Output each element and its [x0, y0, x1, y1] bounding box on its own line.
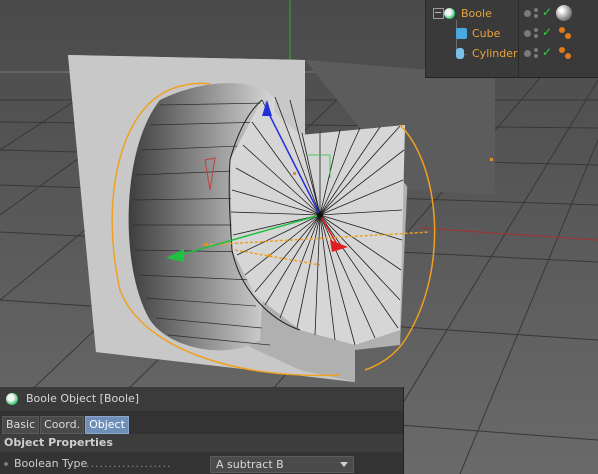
attribute-title: Boole Object [Boole] — [26, 392, 140, 405]
visibility-dot[interactable] — [524, 10, 531, 17]
param-leader-dots: ................... — [86, 457, 172, 470]
visibility-dot[interactable] — [524, 30, 531, 37]
object-row-boole[interactable]: Boole ✓ — [426, 4, 598, 24]
attribute-header: Boole Object [Boole] — [0, 387, 403, 411]
section-header: Object Properties — [0, 434, 403, 452]
object-name: Cylinder — [472, 47, 518, 60]
chevron-down-icon — [340, 462, 348, 467]
enabled-check-icon[interactable]: ✓ — [542, 25, 552, 39]
object-name: Cube — [472, 27, 501, 40]
object-name: Boole — [461, 7, 492, 20]
param-row-boolean-type: Boolean Type ................... A subtr… — [0, 454, 403, 474]
phong-tag-icon[interactable] — [565, 53, 571, 59]
phong-tag-icon[interactable] — [565, 33, 571, 39]
tab-coord[interactable]: Coord. — [40, 416, 85, 434]
enabled-check-icon[interactable]: ✓ — [542, 5, 552, 19]
section-title: Object Properties — [4, 436, 113, 449]
boole-icon — [444, 8, 455, 19]
param-label: Boolean Type — [14, 457, 88, 470]
render-dots[interactable] — [534, 8, 538, 12]
object-row-cube[interactable]: Cube ✓ — [426, 24, 598, 44]
tab-basic[interactable]: Basic — [2, 416, 40, 434]
boole-icon — [6, 393, 18, 405]
cylinder-icon — [456, 48, 464, 59]
tab-object[interactable]: Object — [85, 416, 129, 434]
attribute-manager: Boole Object [Boole] Basic Coord. Object O… — [0, 387, 404, 474]
object-manager: Boole ✓ Cube ✓ Cylinder ✓ — [425, 0, 598, 78]
visibility-dot[interactable] — [524, 50, 531, 57]
cube-icon — [456, 28, 467, 39]
attribute-tabs: Basic Coord. Object — [2, 413, 130, 434]
enabled-check-icon[interactable]: ✓ — [542, 45, 552, 59]
select-value: A subtract B — [216, 458, 284, 471]
render-dots[interactable] — [534, 48, 538, 52]
phong-tag-icon[interactable] — [559, 27, 565, 33]
phong-tag-icon[interactable] — [559, 47, 565, 53]
boolean-type-select[interactable]: A subtract B — [210, 456, 354, 473]
render-dots[interactable] — [534, 28, 538, 32]
object-row-cylinder[interactable]: Cylinder ✓ — [426, 44, 598, 64]
material-tag-icon[interactable] — [556, 5, 572, 21]
animation-dot-icon[interactable] — [4, 462, 8, 466]
